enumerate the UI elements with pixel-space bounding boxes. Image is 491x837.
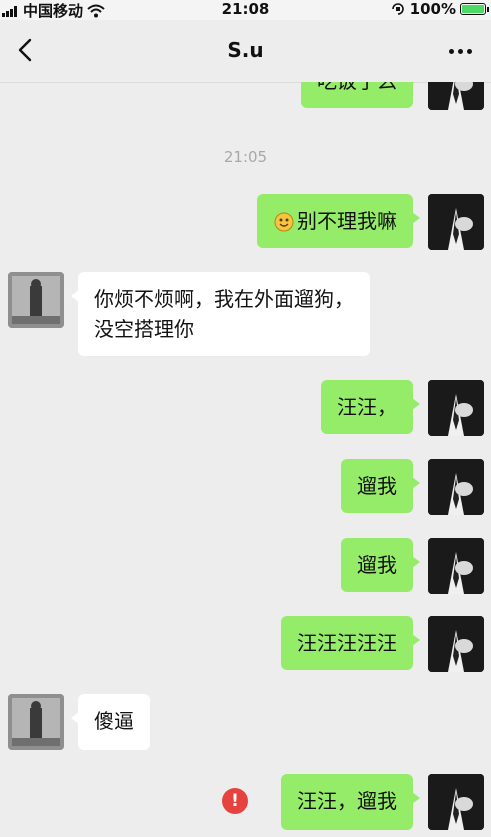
message-row: 你烦不烦啊，我在外面遛狗， 没空搭理你	[0, 272, 491, 358]
my-avatar[interactable]	[428, 538, 484, 594]
chat-header: S.u	[0, 20, 491, 83]
message-row: 别不理我嘛	[0, 192, 491, 252]
suit-avatar-image	[428, 82, 484, 110]
my-avatar[interactable]	[428, 774, 484, 830]
contact-avatar[interactable]	[8, 694, 64, 750]
message-row: 汪汪汪汪汪	[0, 614, 491, 674]
my-message-bubble[interactable]: 汪汪，	[321, 380, 420, 434]
my-avatar[interactable]	[428, 616, 484, 672]
status-bar: 中国移动 21:08 100%	[0, 0, 491, 20]
message-text: 遛我	[357, 474, 397, 498]
contact-avatar-image	[8, 272, 64, 328]
suit-avatar-image	[428, 459, 484, 515]
message-text: 汪汪，遛我	[297, 789, 397, 813]
suit-avatar-image	[428, 380, 484, 436]
orientation-lock-icon	[391, 3, 404, 15]
my-message-bubble[interactable]: 吃饭了么	[301, 82, 420, 108]
my-avatar[interactable]	[428, 459, 484, 515]
message-row: 遛我	[0, 457, 491, 517]
my-message-bubble[interactable]: 汪汪汪汪汪	[281, 616, 420, 670]
message-text: 吃饭了么	[317, 82, 397, 93]
my-avatar[interactable]	[428, 194, 484, 250]
my-message-bubble[interactable]: 汪汪，遛我	[281, 774, 420, 830]
message-list[interactable]: 吃饭了么 21:05 别不理我嘛	[0, 82, 491, 837]
message-text: 遛我	[357, 553, 397, 577]
my-avatar[interactable]	[428, 380, 484, 436]
message-row: 汪汪，	[0, 378, 491, 438]
battery-percent: 100%	[409, 0, 456, 18]
my-avatar[interactable]	[428, 82, 484, 110]
message-row: 遛我	[0, 536, 491, 596]
contact-avatar[interactable]	[8, 272, 64, 328]
contact-message-bubble[interactable]: 傻逼	[71, 694, 150, 750]
message-text: 傻逼	[94, 709, 134, 733]
suit-avatar-image	[428, 538, 484, 594]
message-text: 别不理我嘛	[297, 209, 397, 233]
suit-avatar-image	[428, 616, 484, 672]
my-message-bubble[interactable]: 别不理我嘛	[257, 194, 420, 248]
message-text-line: 你烦不烦啊，我在外面遛狗，	[94, 287, 354, 311]
message-text: 汪汪汪汪汪	[297, 631, 397, 655]
suit-avatar-image	[428, 774, 484, 830]
contact-avatar-image	[8, 694, 64, 750]
my-message-bubble[interactable]: 遛我	[341, 538, 420, 592]
message-row: 傻逼	[0, 694, 491, 754]
send-failed-icon[interactable]: !	[222, 788, 248, 814]
timestamp: 21:05	[223, 148, 268, 166]
status-right: 100%	[390, 0, 489, 18]
chat-title: S.u	[227, 38, 264, 62]
battery-icon	[460, 3, 486, 15]
smiling-face-emoji-icon	[274, 212, 294, 232]
my-message-bubble[interactable]: 遛我	[341, 459, 420, 513]
message-row: ! 汪汪，遛我	[0, 772, 491, 836]
battery-tip	[487, 6, 489, 12]
message-row: 吃饭了么	[0, 82, 491, 112]
contact-message-bubble[interactable]: 你烦不烦啊，我在外面遛狗， 没空搭理你	[71, 272, 370, 356]
message-text: 汪汪，	[337, 395, 397, 419]
more-options-icon[interactable]	[443, 36, 477, 66]
suit-avatar-image	[428, 194, 484, 250]
message-text-line: 没空搭理你	[94, 317, 194, 341]
